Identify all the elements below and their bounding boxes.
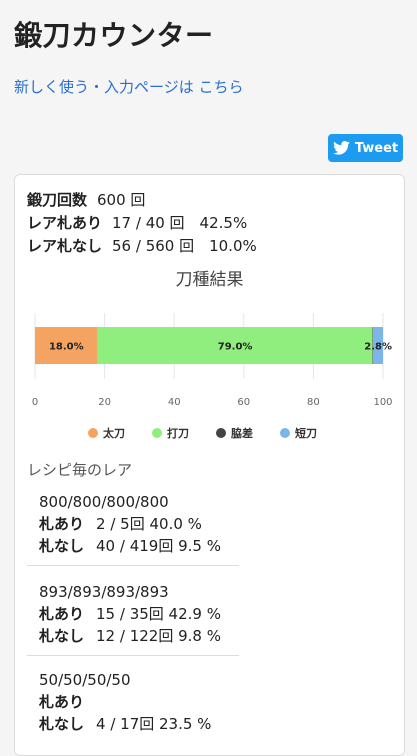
- new-page-link[interactable]: 新しく使う・入力ページは こちら: [14, 76, 243, 97]
- legend-label: 太刀: [102, 426, 125, 440]
- recipe-with-rare: 札あり 2 / 5回 40.0 %: [27, 513, 239, 535]
- stat-total-value: 600 回: [97, 191, 146, 209]
- recipe-without-label: 札なし: [39, 537, 85, 555]
- x-tick-label: 80: [307, 397, 320, 408]
- legend-marker: [216, 428, 226, 438]
- recipe-with-rare: 札あり 15 / 35回 42.9 %: [27, 603, 239, 625]
- recipe-without-rare: 札なし 12 / 122回 9.8 %: [27, 625, 239, 647]
- twitter-bird-icon: [332, 141, 350, 155]
- stat-without-rare: レア札なし 56 / 560 回 10.0%: [27, 235, 257, 258]
- stat-without-rare-label: レア札なし: [27, 237, 103, 255]
- page-title: 鍛刀カウンター: [14, 19, 214, 52]
- x-tick-label: 100: [373, 397, 392, 408]
- stat-with-rare-value: 17 / 40 回 42.5%: [112, 214, 248, 232]
- recipe-divider: [27, 565, 239, 566]
- recipe-with-label: 札あり: [39, 515, 85, 533]
- recipe-without-label: 札なし: [39, 715, 85, 733]
- bar-data-label: 79.0%: [218, 342, 253, 353]
- recipe-with-label: 札あり: [39, 605, 85, 623]
- stat-with-rare: レア札あり 17 / 40 回 42.5%: [27, 212, 257, 235]
- stat-without-rare-value: 56 / 560 回 10.0%: [112, 237, 257, 255]
- legend-label: 脇差: [231, 426, 253, 440]
- recipe-name: 893/893/893/893: [39, 583, 169, 601]
- recipe-with-rare: 札あり: [27, 691, 239, 713]
- tweet-button[interactable]: Tweet: [328, 134, 403, 162]
- chart-title: 刀種結果: [175, 270, 244, 290]
- recipe-name: 800/800/800/800: [39, 493, 169, 511]
- x-tick-label: 40: [168, 397, 181, 408]
- recipe-with-label: 札あり: [39, 693, 85, 711]
- recipe-with-value: 2 / 5回 40.0 %: [96, 515, 202, 533]
- recipe-without-value: 40 / 419回 9.5 %: [96, 537, 221, 555]
- recipe-without-rare: 札なし 4 / 17回 23.5 %: [27, 713, 239, 735]
- stats-block: 鍛刀回数 600 回 レア札あり 17 / 40 回 42.5% レア札なし 56 /…: [27, 189, 257, 258]
- recipe-without-value: 4 / 17回 23.5 %: [96, 715, 212, 733]
- x-tick-label: 0: [32, 397, 38, 408]
- legend-label: 短刀: [295, 426, 317, 440]
- recipe-name: 50/50/50/50: [39, 671, 131, 689]
- legend-marker: [88, 428, 98, 438]
- recipe-without-label: 札なし: [39, 627, 85, 645]
- tweet-label: Tweet: [354, 140, 399, 156]
- recipe-with-value: 15 / 35回 42.9 %: [96, 605, 221, 623]
- recipe-section-title: レシピ毎のレア: [27, 461, 133, 479]
- recipe-item: 893/893/893/893 札あり 15 / 35回 42.9 % 札なし 12…: [27, 581, 239, 656]
- recipe-without-rare: 札なし 40 / 419回 9.5 %: [27, 535, 239, 557]
- recipe-divider: [27, 655, 239, 656]
- legend-marker: [152, 428, 162, 438]
- result-card: 鍛刀回数 600 回 レア札あり 17 / 40 回 42.5% レア札なし 56 /…: [14, 174, 405, 756]
- bar-data-label: 2.8%: [364, 342, 392, 353]
- recipe-item: 800/800/800/800 札あり 2 / 5回 40.0 % 札なし 40 /…: [27, 491, 239, 566]
- recipe-without-value: 12 / 122回 9.8 %: [96, 627, 221, 645]
- bar-data-label: 18.0%: [49, 342, 84, 353]
- stat-with-rare-label: レア札あり: [27, 214, 103, 232]
- x-tick-label: 20: [98, 397, 111, 408]
- stat-total: 鍛刀回数 600 回: [27, 189, 257, 212]
- stat-total-label: 鍛刀回数: [27, 191, 88, 209]
- legend-marker: [280, 428, 290, 438]
- x-tick-label: 60: [237, 397, 250, 408]
- recipe-item: 50/50/50/50 札あり 札なし 4 / 17回 23.5 %: [27, 669, 239, 735]
- legend-label: 打刀: [167, 426, 189, 440]
- sword-type-chart: 18.0% 79.0% 2.8% 0 20 40 60 80 100 太刀 打刀 脇差 短刀: [32, 313, 393, 440]
